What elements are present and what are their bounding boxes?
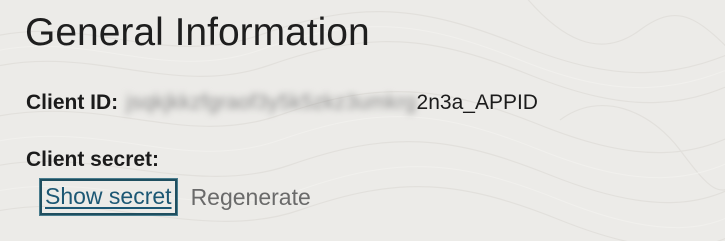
regenerate-button[interactable]: Regenerate (191, 183, 311, 211)
client-secret-row: Client secret: (26, 147, 159, 173)
client-secret-label: Client secret: (26, 148, 160, 171)
client-id-redacted-value: jsqkjkkzfgraof3y5k5zkz3umkrg (126, 91, 417, 114)
client-id-label: Client ID: (26, 91, 119, 114)
client-secret-actions: Show secret Regenerate (39, 178, 311, 216)
client-id-visible-value: 2n3a_APPID (416, 91, 538, 114)
client-id-row: Client ID: jsqkjkkzfgraof3y5k5zkz3umkrg2n… (26, 90, 538, 116)
show-secret-link[interactable]: Show secret (39, 178, 178, 216)
general-information-panel: General Information Client ID: jsqkjkkzfg… (0, 0, 725, 241)
section-title: General Information (25, 11, 370, 54)
